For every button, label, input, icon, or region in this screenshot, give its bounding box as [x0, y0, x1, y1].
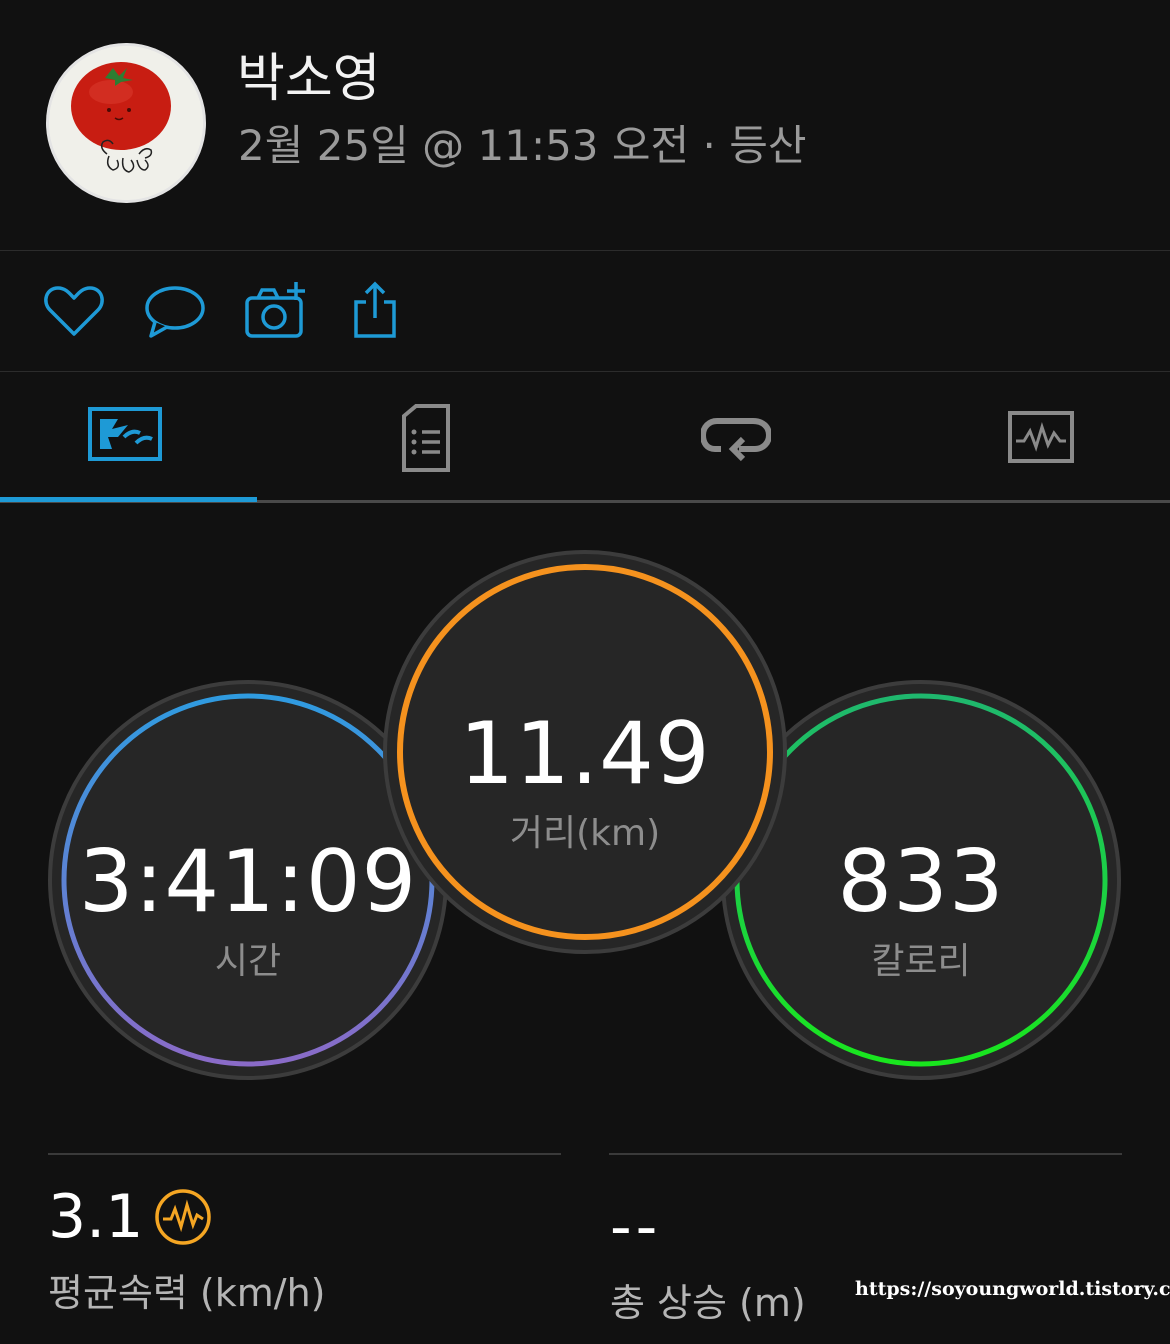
user-name[interactable]: 박소영 [237, 36, 381, 111]
tab-charts[interactable] [895, 376, 1170, 500]
share-button[interactable] [344, 280, 408, 344]
avg-speed-label: 평균속력 (km/h) [48, 1271, 326, 1315]
distance-value: 11.49 [459, 704, 711, 804]
tab-map[interactable] [0, 376, 292, 500]
map-icon [88, 407, 162, 461]
add-photo-button[interactable] [244, 280, 308, 344]
details-document-icon [402, 404, 450, 472]
add-photo-icon [245, 282, 305, 338]
share-icon [354, 281, 396, 338]
watermark-url: https://soyoungworld.tistory.com [855, 1278, 1170, 1300]
tab-laps[interactable] [590, 376, 882, 500]
comment-icon [145, 286, 205, 338]
like-button[interactable] [42, 280, 106, 344]
header-divider [0, 250, 1170, 251]
calories-stat: 833 칼로리 [721, 832, 1121, 984]
activity-date-time-type: 2월 25일 @ 11:53 오전 · 등산 [238, 121, 807, 170]
total-ascent-value: -- [610, 1192, 662, 1262]
calories-label: 칼로리 [871, 941, 971, 982]
heart-icon [44, 286, 104, 336]
total-ascent-label: 총 상승 (m) [610, 1281, 806, 1325]
tab-details[interactable] [292, 376, 584, 500]
avg-speed-divider [48, 1153, 561, 1155]
tab-active-indicator [0, 497, 257, 502]
avg-speed-value: 3.1 [48, 1182, 144, 1252]
speed-activity-icon[interactable] [153, 1187, 213, 1247]
tomato-avatar-image [49, 46, 203, 200]
comment-button[interactable] [143, 280, 207, 344]
ascent-divider [609, 1153, 1122, 1155]
actions-divider [0, 371, 1170, 372]
time-label: 시간 [214, 941, 282, 982]
chart-graph-icon [1008, 411, 1074, 463]
avatar[interactable] [46, 43, 206, 203]
laps-repeat-icon [701, 418, 771, 462]
calories-value: 833 [837, 832, 1005, 932]
